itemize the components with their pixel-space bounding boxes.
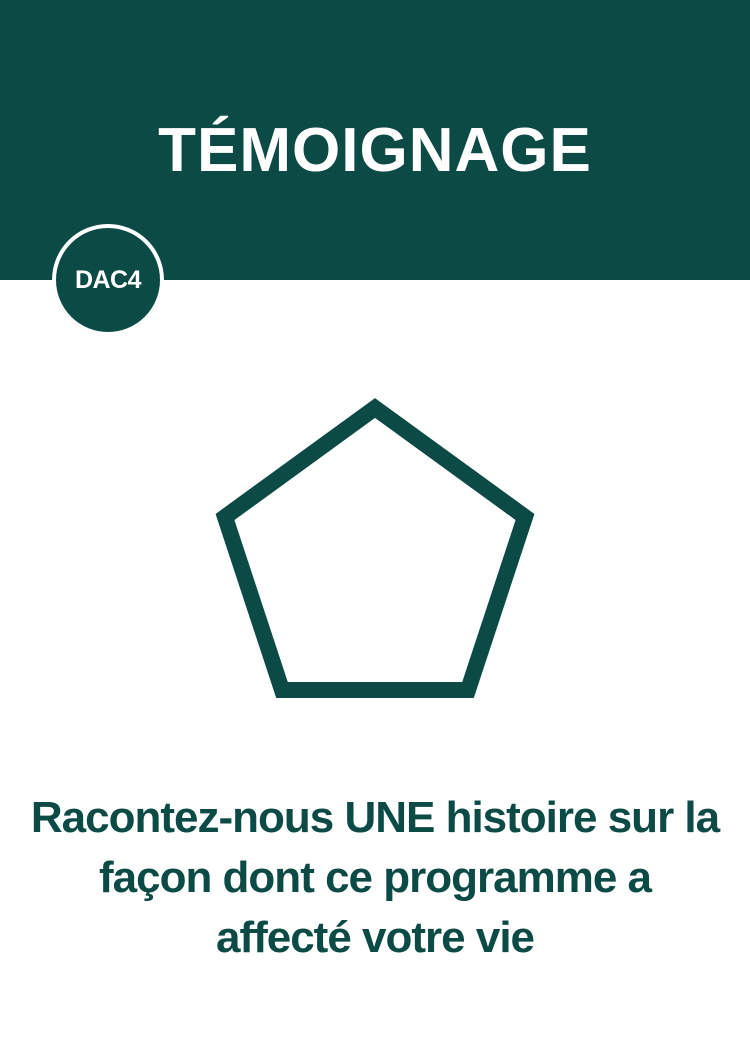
pentagon-outline-icon bbox=[215, 398, 535, 698]
badge-label: DAC4 bbox=[74, 265, 142, 294]
code-badge: DAC4 bbox=[52, 224, 164, 336]
testimonial-card: TÉMOIGNAGE DAC4 Racontez-nous UNE histoi… bbox=[0, 0, 750, 1050]
prompt-text: Racontez-nous UNE histoire sur la façon … bbox=[30, 793, 720, 962]
page-title: TÉMOIGNAGE bbox=[158, 116, 592, 185]
